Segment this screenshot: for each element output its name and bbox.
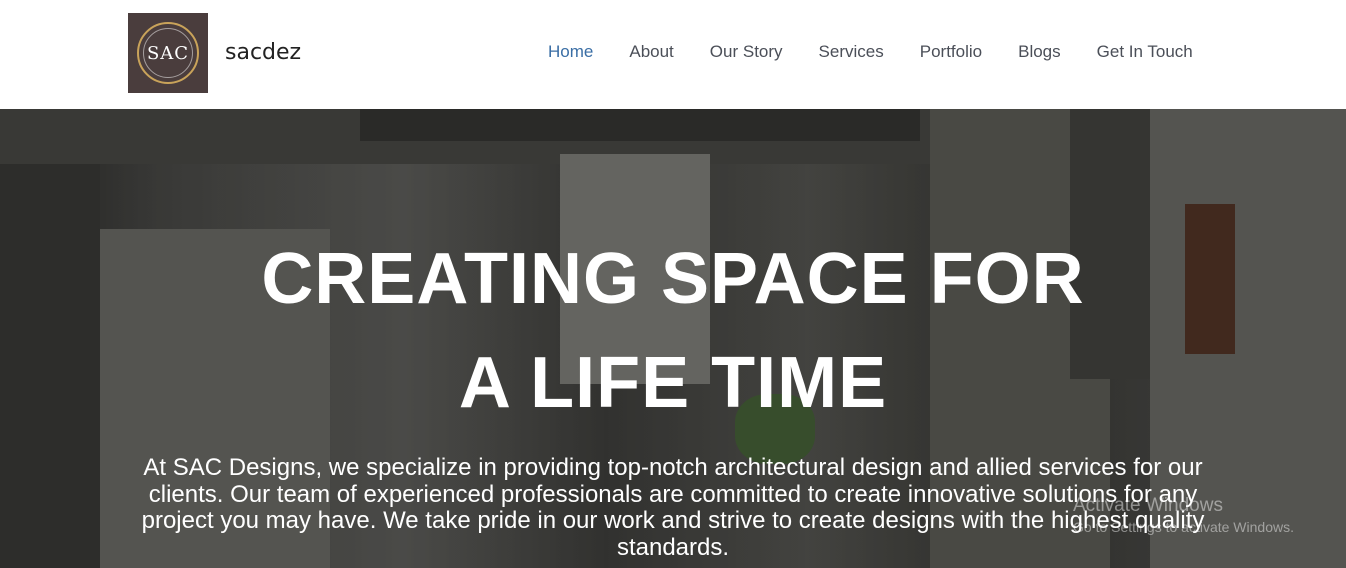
hero-section: CREATING SPACE FOR A LIFE TIME At SAC De… xyxy=(0,109,1346,568)
brand-name[interactable]: sacdez xyxy=(225,40,301,65)
hero-description: At SAC Designs, we specialize in providi… xyxy=(141,454,1205,561)
nav-get-in-touch[interactable]: Get In Touch xyxy=(1097,42,1193,62)
main-nav: Home About Our Story Services Portfolio … xyxy=(548,42,1193,62)
hero-title-line1: CREATING SPACE FOR xyxy=(261,239,1085,319)
nav-home[interactable]: Home xyxy=(548,42,593,62)
nav-about[interactable]: About xyxy=(629,42,673,62)
watermark-line2: Go to Settings to activate Windows. xyxy=(1073,519,1294,535)
logo-ring: SAC xyxy=(137,22,199,84)
watermark-line1: Activate Windows xyxy=(1073,495,1223,516)
nav-services[interactable]: Services xyxy=(819,42,884,62)
logo[interactable]: SAC xyxy=(128,13,208,93)
nav-our-story[interactable]: Our Story xyxy=(710,42,783,62)
logo-text: SAC xyxy=(146,42,190,64)
site-header: SAC sacdez Home About Our Story Services… xyxy=(0,0,1346,109)
activate-windows-watermark: Activate Windows Go to Settings to activ… xyxy=(1073,495,1294,535)
nav-portfolio[interactable]: Portfolio xyxy=(920,42,982,62)
nav-blogs[interactable]: Blogs xyxy=(1018,42,1061,62)
hero-title-line2: A LIFE TIME xyxy=(458,343,888,423)
